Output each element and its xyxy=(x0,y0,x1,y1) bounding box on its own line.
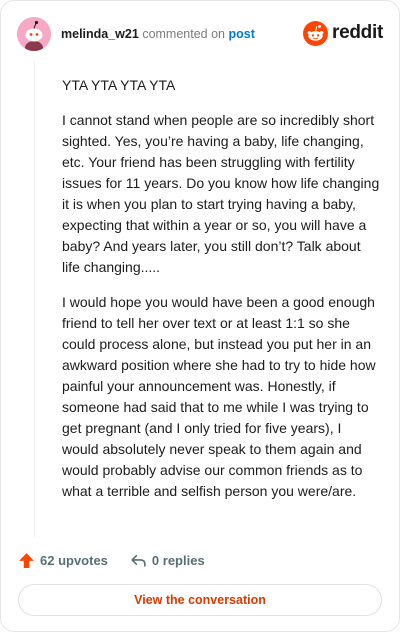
commented-on-text: commented on xyxy=(142,27,225,41)
upvote-count: 62 upvotes xyxy=(40,552,108,568)
upvote-arrow-icon xyxy=(19,552,34,568)
comment-meta: melinda_w21 commented on post xyxy=(61,27,255,41)
comment-paragraph: YTA YTA YTA YTA xyxy=(62,77,176,93)
reddit-alien-icon xyxy=(303,20,329,46)
reply-count: 0 replies xyxy=(151,552,205,568)
comment-paragraph: I would hope you would have been a good … xyxy=(62,294,376,499)
username-link[interactable]: melinda_w21 xyxy=(61,27,139,41)
comment-actions: 62 upvotes 0 replies xyxy=(18,551,205,569)
comment-body: YTA YTA YTA YTA I cannot stand when peop… xyxy=(62,75,380,516)
snoo-avatar-icon xyxy=(17,17,51,51)
reply-arrow-icon xyxy=(131,554,146,567)
user-avatar[interactable] xyxy=(17,17,51,51)
comment-paragraph: I cannot stand when people are so incred… xyxy=(62,112,380,275)
reddit-wordmark: reddit xyxy=(332,22,383,43)
upvote-button[interactable]: 62 upvotes xyxy=(18,552,108,569)
reddit-logo[interactable]: reddit xyxy=(303,20,383,46)
comment-header: melinda_w21 commented on post reddit xyxy=(17,17,383,51)
view-conversation-button[interactable]: View the conversation xyxy=(18,584,382,616)
comment-card: melinda_w21 commented on post reddit YTA… xyxy=(0,0,400,632)
replies-button[interactable]: 0 replies xyxy=(130,552,205,569)
post-link[interactable]: post xyxy=(228,27,254,41)
thread-line xyxy=(34,61,35,537)
